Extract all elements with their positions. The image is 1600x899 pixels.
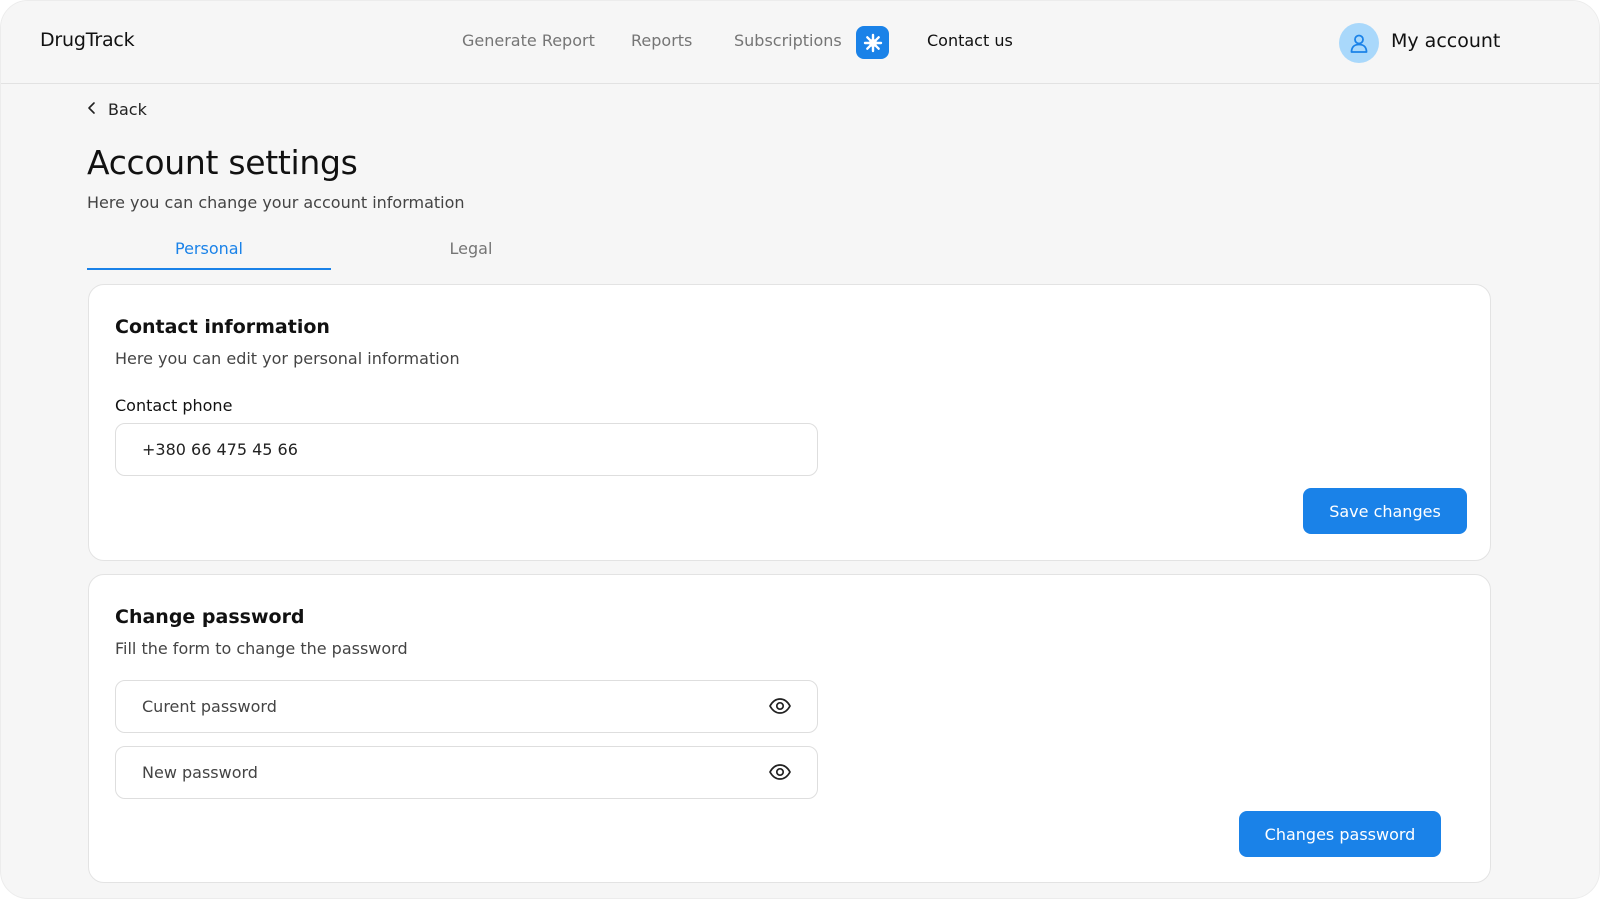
nav-generate-report[interactable]: Generate Report xyxy=(462,31,595,50)
top-navigation-bar: DrugTrack Generate Report Reports Subscr… xyxy=(1,1,1599,84)
sparkle-icon[interactable] xyxy=(856,26,889,59)
app-logo[interactable]: DrugTrack xyxy=(40,29,135,51)
password-card-title: Change password xyxy=(115,606,305,628)
save-changes-button[interactable]: Save changes xyxy=(1303,488,1467,534)
tab-personal[interactable]: Personal xyxy=(87,239,331,270)
contact-card-title: Contact information xyxy=(115,316,330,338)
nav-reports[interactable]: Reports xyxy=(631,31,692,50)
chevron-left-icon xyxy=(86,100,98,119)
nav-subscriptions[interactable]: Subscriptions xyxy=(734,31,842,50)
contact-card-subtitle: Here you can edit yor personal informati… xyxy=(115,349,460,368)
app-window: DrugTrack Generate Report Reports Subscr… xyxy=(0,0,1600,899)
tab-legal[interactable]: Legal xyxy=(331,239,611,258)
eye-icon[interactable] xyxy=(768,760,792,784)
contact-information-card: Contact information Here you can edit yo… xyxy=(88,284,1491,561)
contact-phone-label: Contact phone xyxy=(115,396,233,415)
new-password-input[interactable] xyxy=(115,746,818,799)
back-button[interactable]: Back xyxy=(86,100,147,119)
change-password-card: Change password Fill the form to change … xyxy=(88,574,1491,883)
page-subtitle: Here you can change your account informa… xyxy=(87,193,465,212)
password-card-subtitle: Fill the form to change the password xyxy=(115,639,408,658)
user-icon[interactable] xyxy=(1339,23,1379,63)
eye-icon[interactable] xyxy=(768,694,792,718)
back-label: Back xyxy=(108,100,147,119)
my-account-link[interactable]: My account xyxy=(1391,30,1500,52)
change-password-button[interactable]: Changes password xyxy=(1239,811,1441,857)
nav-contact-us[interactable]: Contact us xyxy=(927,31,1013,50)
contact-phone-input[interactable] xyxy=(115,423,818,476)
current-password-input[interactable] xyxy=(115,680,818,733)
page-title: Account settings xyxy=(87,143,358,182)
